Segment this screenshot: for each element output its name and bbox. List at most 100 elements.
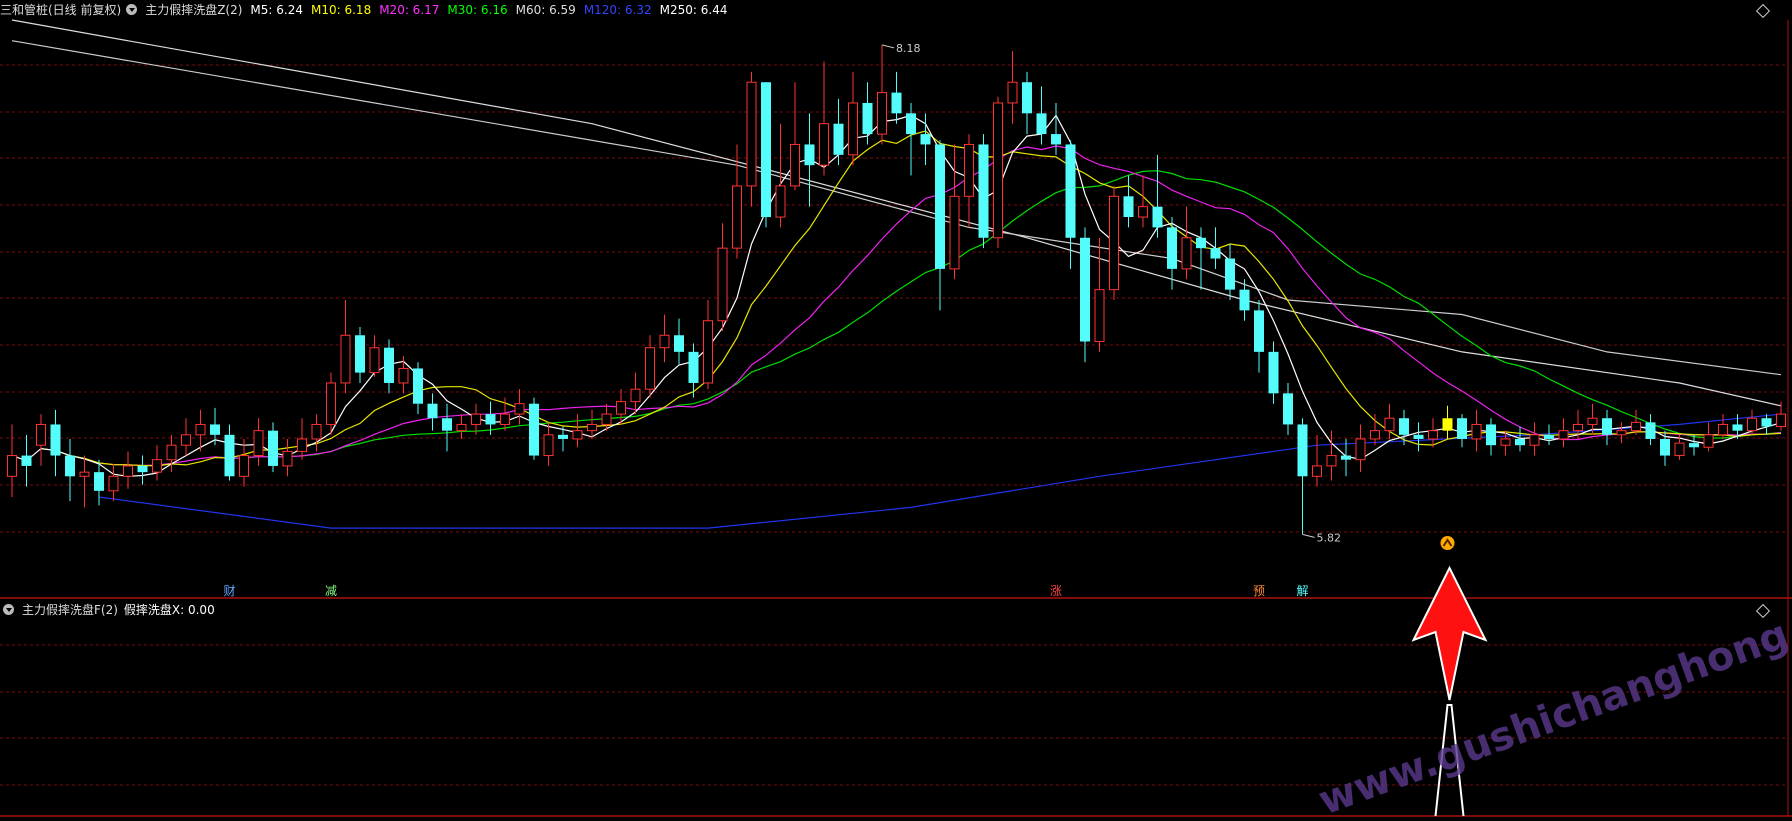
candle-body-33 [485,414,496,425]
candle-body-70 [1022,82,1032,114]
candle-body-18 [268,430,278,466]
candle-body-77 [1123,196,1134,218]
candle-body-28 [413,368,423,404]
candle-body-86 [1254,310,1264,352]
candle-body-111 [1616,430,1627,436]
candle-body-62 [906,113,916,135]
signal-marker-3: 预 [1253,584,1265,598]
candle-body-121 [1761,418,1772,427]
candle-body-48 [703,320,713,384]
candle-body-87 [1268,351,1279,394]
candle-body-30 [442,418,452,431]
candle-body-25 [369,347,380,374]
candle-body-88 [1283,393,1293,425]
chart-stage: 8.18 5.82 财 减 涨 预 解 www.gushichanghong.com 三和管桩… [0,0,1792,821]
candle-body-65 [949,195,960,270]
candle-body-31 [456,423,467,432]
candle-body-32 [471,413,481,425]
candle-body-49 [717,247,728,322]
candle-body-89 [1297,424,1308,477]
candle-body-4 [65,455,75,477]
candle-body-108 [1573,423,1583,432]
candle-body-122 [1776,413,1786,428]
candle-body-69 [1007,81,1018,104]
red-arrow-icon [1411,565,1488,701]
candle-body-6 [94,472,104,491]
candle-body-94 [1370,430,1380,440]
candle-body-72 [1051,134,1061,145]
candle-body-74 [1080,237,1090,342]
candle-body-14 [210,424,220,435]
candle-body-64 [935,144,945,269]
candle-body-114 [1660,438,1670,456]
main-indicator-name[interactable]: 主力假摔洗盘Z(2) [145,3,242,17]
candle-body-8 [123,465,133,477]
candle-body-73 [1065,144,1076,238]
indicator-dropdown-icon[interactable] [126,4,138,15]
candle-body-83 [1210,248,1221,259]
sub-header: 主力假摔洗盘F(2) 假摔洗盘X: 0.00 [0,600,223,620]
candle-body-91 [1326,455,1337,467]
signal-up-icon [1440,536,1455,550]
signal-marker-4: 解 [1297,584,1309,598]
candle-body-106 [1544,434,1554,439]
candle-body-67 [978,144,989,238]
candle-body-10 [152,459,162,473]
candle-body-54 [790,143,800,187]
ma-label-2: M20: 6.17 [379,3,440,17]
candle-body-24 [355,335,365,373]
candle-body-75 [1094,289,1105,342]
candle-body-40 [587,423,597,432]
candle-body-21 [311,423,322,440]
candle-body-107 [1558,430,1569,440]
stock-name[interactable]: 三和管桩(日线 前复权) [0,3,121,17]
candle-body-119 [1732,424,1743,431]
candle-body-29 [427,403,438,419]
candle-body-115 [1674,442,1685,457]
candle-body-9 [137,465,148,473]
candle-body-46 [674,335,684,352]
candle-body-43 [630,388,641,403]
candle-body-118 [1718,423,1728,436]
ma-label-4: M60: 6.59 [515,3,576,17]
candle-body-113 [1645,422,1656,439]
candle-body-97 [1413,434,1424,439]
candlestick-chart: 8.18 5.82 财 减 涨 预 解 www.gushichanghong.com [0,19,1792,821]
ma-label-6: M250: 6.44 [659,3,728,17]
candle-body-0 [7,455,17,477]
candle-body-109 [1587,417,1598,425]
candle-body-53 [775,185,786,218]
candle-body-11 [166,444,177,461]
sub-indicator-value: 假摔洗盘X: 0.00 [123,603,215,617]
candle-body-37 [543,434,554,457]
candle-body-110 [1602,418,1612,435]
candle-body-27 [398,367,409,384]
candle-body-26 [384,347,394,383]
candle-body-99 [1442,418,1453,431]
candle-body-35 [514,403,525,415]
candle-body-1 [21,455,32,466]
candle-body-105 [1529,434,1540,446]
candle-body-116 [1689,443,1699,448]
candle-body-79 [1152,206,1163,228]
candle-body-55 [804,144,815,166]
candle-body-85 [1239,289,1250,311]
candle-body-41 [601,413,612,425]
candle-body-23 [340,334,351,384]
candle-body-93 [1355,438,1366,461]
ma-label-5: M120: 6.32 [583,3,652,17]
candle-body-50 [732,185,742,249]
candle-body-68 [993,102,1003,239]
high-price-label: 8.18 [896,42,921,55]
candle-body-15 [224,434,235,477]
sub-indicator-name[interactable]: 主力假摔洗盘F(2) [22,603,118,617]
candle-body-98 [1428,430,1438,440]
candle-body-71 [1036,113,1047,135]
candle-body-2 [36,423,46,446]
candle-body-100 [1457,418,1467,439]
candle-body-44 [645,347,655,390]
candle-body-16 [239,455,249,477]
candle-body-96 [1399,418,1409,435]
low-price-label-pointer [1302,533,1315,538]
sub-indicator-dropdown-icon[interactable] [3,604,14,615]
